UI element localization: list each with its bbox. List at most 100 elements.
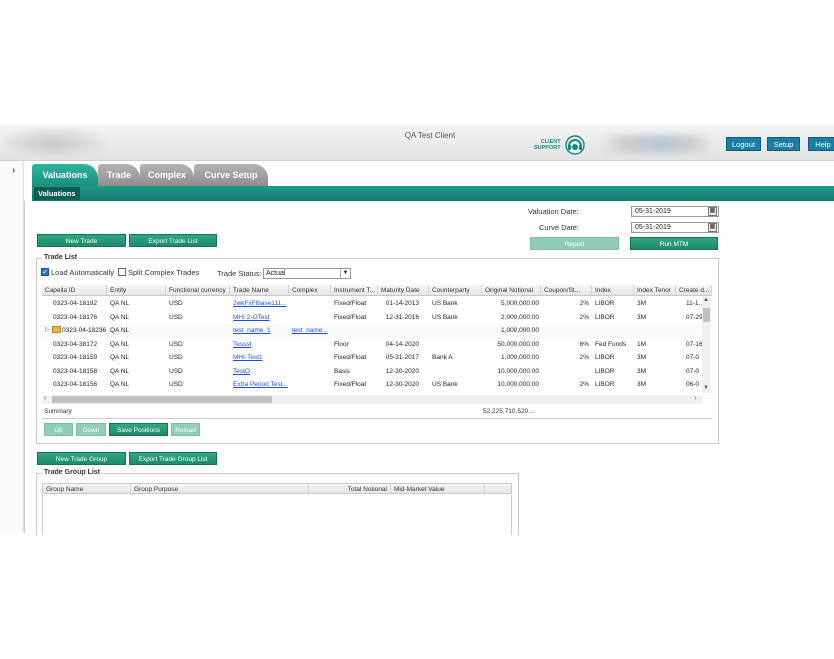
- table-cell[interactable]: test_name...: [289, 324, 331, 338]
- scroll-right-icon[interactable]: ›: [694, 395, 696, 402]
- scrollbar-thumb[interactable]: [52, 396, 272, 403]
- scrollbar-thumb[interactable]: [703, 308, 710, 322]
- trade-list-title: Trade List: [42, 254, 80, 261]
- up-button[interactable]: Up: [44, 423, 73, 436]
- table-cell[interactable]: test_name_1: [230, 324, 289, 338]
- col-header[interactable]: Index: [592, 285, 634, 296]
- left-rail: [0, 161, 24, 533]
- table-cell: LIBOR: [595, 381, 615, 388]
- table-row[interactable]: 0323-04-18192 QA NL USD 2wkFxFlbase111... Fi…: [42, 297, 704, 311]
- col-header[interactable]: Mid-Market Value: [391, 484, 485, 495]
- table-row[interactable]: 0323-04-18156 QA NL USD Extra Period Test..…: [42, 378, 702, 392]
- table-cell[interactable]: [289, 365, 331, 379]
- col-header[interactable]: Trade Name: [230, 285, 289, 296]
- calendar-icon[interactable]: ▦: [708, 223, 717, 232]
- table-cell[interactable]: [289, 351, 331, 365]
- table-cell: QA NL: [110, 367, 130, 375]
- col-header[interactable]: Complex: [289, 285, 331, 296]
- trade-group-grid-body: [42, 495, 512, 535]
- tab-curve-setup[interactable]: Curve Setup: [194, 164, 268, 186]
- col-header[interactable]: Coupon/St...: [541, 285, 592, 296]
- calendar-icon[interactable]: ▦: [708, 207, 717, 216]
- table-cell[interactable]: [289, 338, 331, 352]
- table-cell: 0323-04-18159: [53, 354, 98, 361]
- table-cell[interactable]: [289, 378, 331, 392]
- load-automatically-checkbox[interactable]: ✓: [41, 268, 49, 276]
- new-trade-group-button[interactable]: New Trade Group: [37, 452, 126, 465]
- table-row[interactable]: 0323-04-18158 QA NL USD TestO Basis 12-30-202…: [42, 365, 702, 379]
- col-header[interactable]: Maturity Date: [378, 285, 429, 296]
- table-cell[interactable]: [289, 311, 331, 325]
- report-button[interactable]: Report: [530, 237, 619, 250]
- table-cell[interactable]: 2wkFxFlbase111...: [230, 297, 289, 311]
- setup-button[interactable]: Setup: [767, 137, 800, 151]
- vertical-scrollbar[interactable]: ▲ ▼: [702, 297, 711, 393]
- curve-date-input[interactable]: 05-31-2019: [631, 222, 719, 233]
- col-header[interactable]: Create d...: [676, 285, 712, 296]
- tab-trade[interactable]: Trade: [98, 164, 140, 186]
- table-cell: 3M: [637, 367, 647, 375]
- horizontal-scrollbar[interactable]: ‹ ›: [42, 395, 702, 404]
- client-support-label[interactable]: CLIENT SUPPORT: [534, 139, 561, 151]
- run-mtm-button[interactable]: Run MTM: [630, 237, 718, 250]
- new-trade-button[interactable]: New Trade: [37, 234, 126, 247]
- scroll-left-icon[interactable]: ‹: [44, 395, 46, 402]
- subtab-valuations[interactable]: Valuations: [34, 187, 80, 200]
- headset-support-icon[interactable]: [564, 134, 586, 156]
- table-cell: QA NL: [110, 340, 130, 348]
- logout-button[interactable]: Logout: [726, 137, 761, 151]
- split-complex-checkbox[interactable]: [118, 268, 126, 276]
- help-button[interactable]: Help: [808, 137, 834, 151]
- tab-complex[interactable]: Complex: [140, 164, 194, 186]
- trade-status-value: Actual: [266, 270, 286, 277]
- table-cell: Fed Funds: [595, 340, 627, 348]
- load-automatically-label: Load Automatically: [51, 268, 114, 277]
- table-row[interactable]: 0323-04-18176 QA NL USD MHI 2-OTest Fixed/Fl…: [42, 311, 703, 325]
- scroll-down-icon[interactable]: ▼: [703, 385, 709, 391]
- client-support-line2: SUPPORT: [534, 145, 561, 151]
- col-header[interactable]: Index Tenor: [634, 285, 676, 296]
- expand-row-icon[interactable]: ▷: [45, 326, 50, 333]
- table-cell[interactable]: MHI-Test1: [230, 351, 289, 365]
- table-cell: QA NL: [110, 313, 130, 321]
- table-row[interactable]: 0323-04-18159 QA NL USD MHI-Test1 Fixed/Floa…: [42, 351, 702, 365]
- trade-group-list-title: Trade Group List: [42, 469, 103, 476]
- valuation-date-label: Valuation Date:: [528, 207, 579, 216]
- table-cell: 05-31-2017: [385, 354, 419, 361]
- tab-valuations[interactable]: Valuations: [32, 164, 98, 186]
- table-cell: LIBOR: [595, 300, 615, 307]
- table-cell[interactable]: Tessst: [230, 338, 289, 352]
- col-header[interactable]: Total Notional: [309, 484, 391, 495]
- export-trade-list-button[interactable]: Export Trade List: [129, 234, 217, 247]
- table-cell: 10,000,000.00: [497, 367, 539, 375]
- expand-chevron-icon[interactable]: ›: [12, 165, 20, 176]
- table-cell: Basis: [334, 367, 350, 375]
- table-cell[interactable]: Extra Period Test...: [230, 378, 289, 392]
- save-positions-button[interactable]: Save Positions: [109, 423, 168, 436]
- app-header: QA Test Client CLIENT SUPPORT Logout Set…: [0, 125, 834, 161]
- table-cell[interactable]: MHI 2-OTest: [230, 311, 289, 325]
- trade-status-select[interactable]: Actual ▼: [263, 268, 351, 279]
- table-row[interactable]: 0323-04-18236 QA NL test_name_1 test_name..…: [42, 324, 702, 338]
- table-cell: US Bank: [432, 313, 458, 321]
- table-row[interactable]: 0323-04-38172 QA NL USD Tessst Floor 04-14-20…: [42, 338, 703, 352]
- table-cell[interactable]: [289, 297, 331, 311]
- col-header[interactable]: Group Purpose: [131, 484, 309, 495]
- curve-date-label: Curve Date:: [539, 223, 580, 232]
- table-cell[interactable]: TestO: [230, 365, 289, 379]
- col-header[interactable]: Entity: [107, 285, 166, 296]
- valuation-date-input[interactable]: 05-31-2019: [631, 206, 719, 217]
- col-header[interactable]: Capella ID: [42, 285, 107, 296]
- reload-button[interactable]: Reload: [171, 423, 200, 436]
- col-header[interactable]: Counterparty: [429, 285, 482, 296]
- export-trade-group-list-button[interactable]: Export Trade Group List: [129, 452, 217, 465]
- col-header[interactable]: Instrument T...: [331, 285, 378, 296]
- col-header[interactable]: Functional currency: [166, 285, 230, 296]
- table-cell: 2%: [579, 381, 589, 388]
- scroll-up-icon[interactable]: ▲: [703, 297, 709, 303]
- col-header[interactable]: Group Name: [43, 484, 131, 495]
- table-cell: Floor: [334, 340, 349, 348]
- down-button[interactable]: Down: [76, 423, 106, 436]
- col-header[interactable]: Original Notional: [482, 285, 541, 296]
- table-cell: 0323-04-38172: [53, 340, 98, 348]
